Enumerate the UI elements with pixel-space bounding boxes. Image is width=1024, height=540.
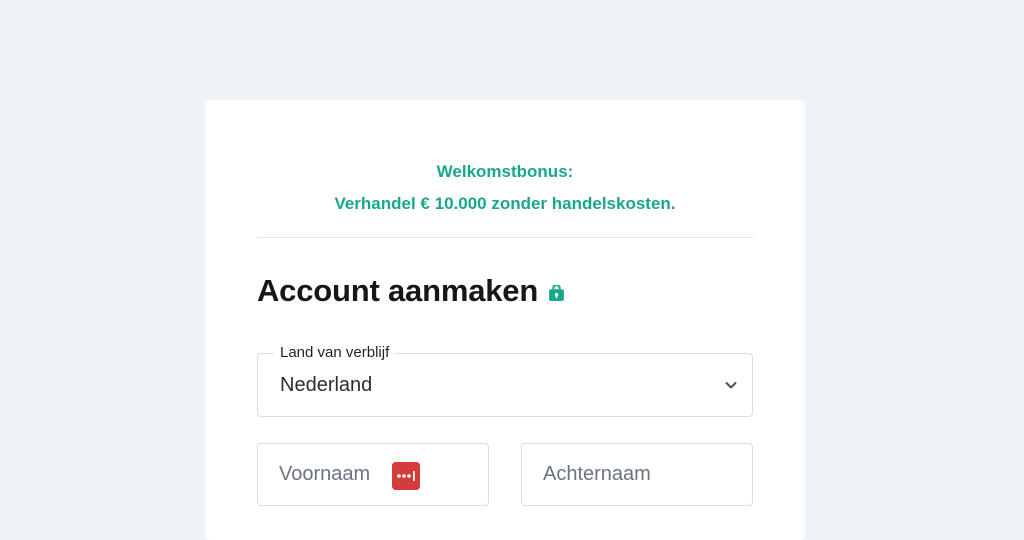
welcome-bonus-banner: Welkomstbonus: Verhandel € 10.000 zonder… — [257, 156, 753, 220]
signup-card: Welkomstbonus: Verhandel € 10.000 zonder… — [205, 100, 805, 540]
first-name-placeholder: Voornaam — [279, 463, 371, 485]
country-select[interactable]: Land van verblijf Nederland — [257, 344, 753, 417]
title-row: Account aanmaken — [257, 270, 565, 312]
promo-heading: Welkomstbonus: — [436, 162, 574, 181]
lock-icon — [549, 284, 564, 301]
country-value: Nederland — [280, 374, 373, 396]
password-manager-icon[interactable] — [392, 462, 420, 490]
page-title: Account aanmaken — [257, 273, 539, 308]
last-name-field[interactable]: Achternaam — [521, 443, 753, 506]
chevron-down-icon[interactable] — [724, 378, 738, 392]
promo-text: Verhandel € 10.000 zonder handelskosten. — [334, 194, 676, 213]
first-name-field[interactable]: Voornaam — [257, 443, 489, 506]
country-label: Land van verblijf — [274, 344, 396, 361]
last-name-placeholder: Achternaam — [543, 463, 651, 485]
divider — [257, 237, 753, 238]
